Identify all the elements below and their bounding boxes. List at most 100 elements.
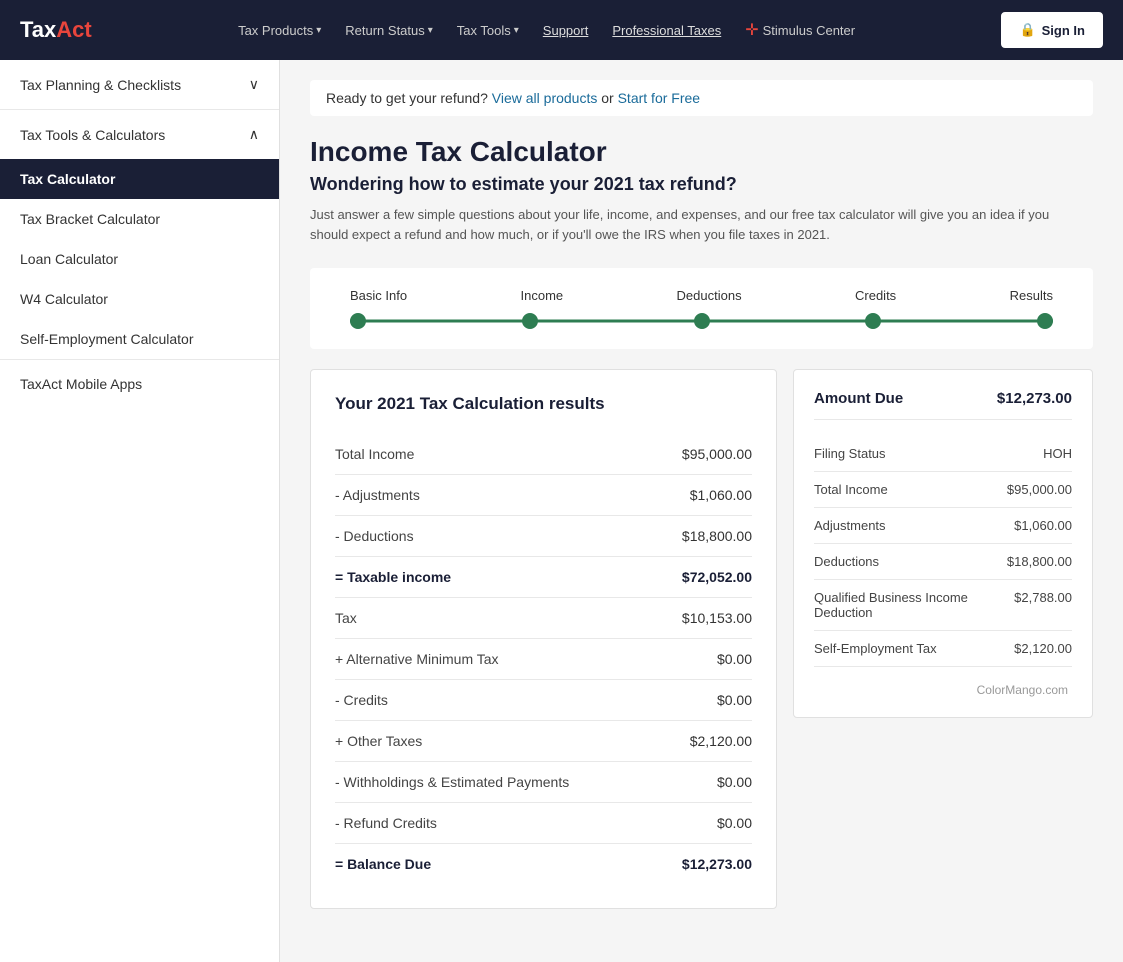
main-nav: Tax Products ▾ Return Status ▾ Tax Tools… (228, 12, 865, 48)
step-dot-credits (865, 313, 881, 329)
calc-amount-withholdings: $0.00 (717, 774, 752, 790)
calc-row-withholdings: - Withholdings & Estimated Payments $0.0… (335, 762, 752, 803)
nav-tax-products[interactable]: Tax Products ▾ (228, 15, 331, 46)
refund-bar: Ready to get your refund? View all produ… (310, 80, 1093, 116)
progress-steps (350, 313, 1053, 329)
lock-icon: 🔒 (1019, 22, 1035, 38)
summary-amount-filing-status: HOH (1043, 446, 1072, 461)
start-for-free-link[interactable]: Start for Free (618, 90, 700, 106)
calc-label-balance-due: = Balance Due (335, 856, 431, 872)
step-income[interactable] (522, 313, 538, 329)
summary-label-adjustments: Adjustments (814, 518, 1004, 533)
calc-row-credits: - Credits $0.00 (335, 680, 752, 721)
chevron-down-icon: ▾ (316, 25, 321, 36)
sidebar-section-planning: Tax Planning & Checklists ∨ (0, 60, 279, 110)
header: TaxAct Tax Products ▾ Return Status ▾ Ta… (0, 0, 1123, 60)
calc-amount-taxable-income: $72,052.00 (682, 569, 752, 585)
summary-amount-total-income: $95,000.00 (1007, 482, 1072, 497)
summary-label-total-income: Total Income (814, 482, 997, 497)
summary-amount-self-employment-tax: $2,120.00 (1014, 641, 1072, 656)
step-label-deductions: Deductions (677, 288, 742, 303)
summary-amount-due-label: Amount Due (814, 390, 903, 407)
calc-label-refund-credits: - Refund Credits (335, 815, 437, 831)
sign-in-button[interactable]: 🔒 Sign In (1001, 12, 1103, 48)
calc-label-tax: Tax (335, 610, 357, 626)
nav-professional-taxes[interactable]: Professional Taxes (602, 15, 731, 46)
calc-amount-adjustments: $1,060.00 (690, 487, 752, 503)
step-labels-row: Basic Info Income Deductions Credits Res… (350, 288, 1053, 303)
summary-amount-due-value: $12,273.00 (997, 390, 1072, 407)
chevron-down-icon: ▾ (428, 25, 433, 36)
step-dot-income (522, 313, 538, 329)
calc-row-tax: Tax $10,153.00 (335, 598, 752, 639)
sidebar-item-tax-bracket-calculator[interactable]: Tax Bracket Calculator (0, 199, 279, 239)
chevron-down-icon: ∨ (249, 76, 259, 93)
watermark: ColorMango.com (814, 683, 1072, 697)
calc-row-other-taxes: + Other Taxes $2,120.00 (335, 721, 752, 762)
calc-label-adjustments: - Adjustments (335, 487, 420, 503)
calc-label-credits: - Credits (335, 692, 388, 708)
summary-row-total-income: Total Income $95,000.00 (814, 472, 1072, 508)
calc-label-withholdings: - Withholdings & Estimated Payments (335, 774, 569, 790)
page-title: Income Tax Calculator (310, 136, 1093, 168)
main-content: Ready to get your refund? View all produ… (280, 60, 1123, 962)
layout: Tax Planning & Checklists ∨ Tax Tools & … (0, 60, 1123, 962)
summary-row-deductions: Deductions $18,800.00 (814, 544, 1072, 580)
calc-row-deductions: - Deductions $18,800.00 (335, 516, 752, 557)
calc-amount-total-income: $95,000.00 (682, 446, 752, 462)
sidebar-item-mobile-apps[interactable]: TaxAct Mobile Apps (0, 360, 279, 408)
logo[interactable]: TaxAct (20, 17, 92, 43)
step-dot-basic-info (350, 313, 366, 329)
step-basic-info[interactable] (350, 313, 366, 329)
summary-label-deductions: Deductions (814, 554, 997, 569)
sidebar-item-self-employment-calculator[interactable]: Self-Employment Calculator (0, 319, 279, 359)
calc-label-other-taxes: + Other Taxes (335, 733, 422, 749)
calc-card-title: Your 2021 Tax Calculation results (335, 394, 752, 414)
step-label-basic-info: Basic Info (350, 288, 407, 303)
sidebar-item-tax-calculator[interactable]: Tax Calculator (0, 159, 279, 199)
calc-amount-tax: $10,153.00 (682, 610, 752, 626)
step-dot-deductions (694, 313, 710, 329)
calc-row-total-income: Total Income $95,000.00 (335, 434, 752, 475)
sidebar-section-header-planning[interactable]: Tax Planning & Checklists ∨ (0, 60, 279, 109)
step-credits[interactable] (865, 313, 881, 329)
step-results[interactable] (1037, 313, 1053, 329)
summary-amount-qbi: $2,788.00 (1014, 590, 1072, 605)
view-all-products-link[interactable]: View all products (492, 90, 598, 106)
step-label-income: Income (521, 288, 564, 303)
sidebar-section-header-tools[interactable]: Tax Tools & Calculators ∧ (0, 110, 279, 159)
logo-act: Act (56, 17, 91, 43)
results-container: Your 2021 Tax Calculation results Total … (310, 369, 1093, 909)
chevron-down-icon: ▾ (514, 25, 519, 36)
nav-support[interactable]: Support (533, 15, 599, 46)
calc-row-refund-credits: - Refund Credits $0.00 (335, 803, 752, 844)
sidebar-item-loan-calculator[interactable]: Loan Calculator (0, 239, 279, 279)
stimulus-icon: ✛ (745, 20, 758, 40)
calc-amount-deductions: $18,800.00 (682, 528, 752, 544)
page-subtitle: Wondering how to estimate your 2021 tax … (310, 174, 1093, 195)
progress-track (350, 313, 1053, 329)
summary-row-self-employment-tax: Self-Employment Tax $2,120.00 (814, 631, 1072, 667)
nav-tax-tools[interactable]: Tax Tools ▾ (447, 15, 529, 46)
calc-row-balance-due: = Balance Due $12,273.00 (335, 844, 752, 884)
summary-label-self-employment-tax: Self-Employment Tax (814, 641, 1004, 656)
summary-amount-deductions: $18,800.00 (1007, 554, 1072, 569)
calc-label-taxable-income: = Taxable income (335, 569, 451, 585)
nav-stimulus-center[interactable]: ✛ Stimulus Center (735, 12, 865, 48)
sidebar-item-w4-calculator[interactable]: W4 Calculator (0, 279, 279, 319)
calc-amount-amt: $0.00 (717, 651, 752, 667)
calc-row-amt: + Alternative Minimum Tax $0.00 (335, 639, 752, 680)
nav-return-status[interactable]: Return Status ▾ (335, 15, 443, 46)
progress-tracker: Basic Info Income Deductions Credits Res… (310, 268, 1093, 349)
calc-label-total-income: Total Income (335, 446, 414, 462)
summary-label-filing-status: Filing Status (814, 446, 1033, 461)
calc-amount-balance-due: $12,273.00 (682, 856, 752, 872)
calc-amount-other-taxes: $2,120.00 (690, 733, 752, 749)
step-deductions[interactable] (694, 313, 710, 329)
logo-tax: Tax (20, 17, 56, 43)
calc-label-deductions: - Deductions (335, 528, 414, 544)
summary-header: Amount Due $12,273.00 (814, 390, 1072, 420)
calc-row-adjustments: - Adjustments $1,060.00 (335, 475, 752, 516)
chevron-up-icon: ∧ (249, 126, 259, 143)
step-dot-results (1037, 313, 1053, 329)
